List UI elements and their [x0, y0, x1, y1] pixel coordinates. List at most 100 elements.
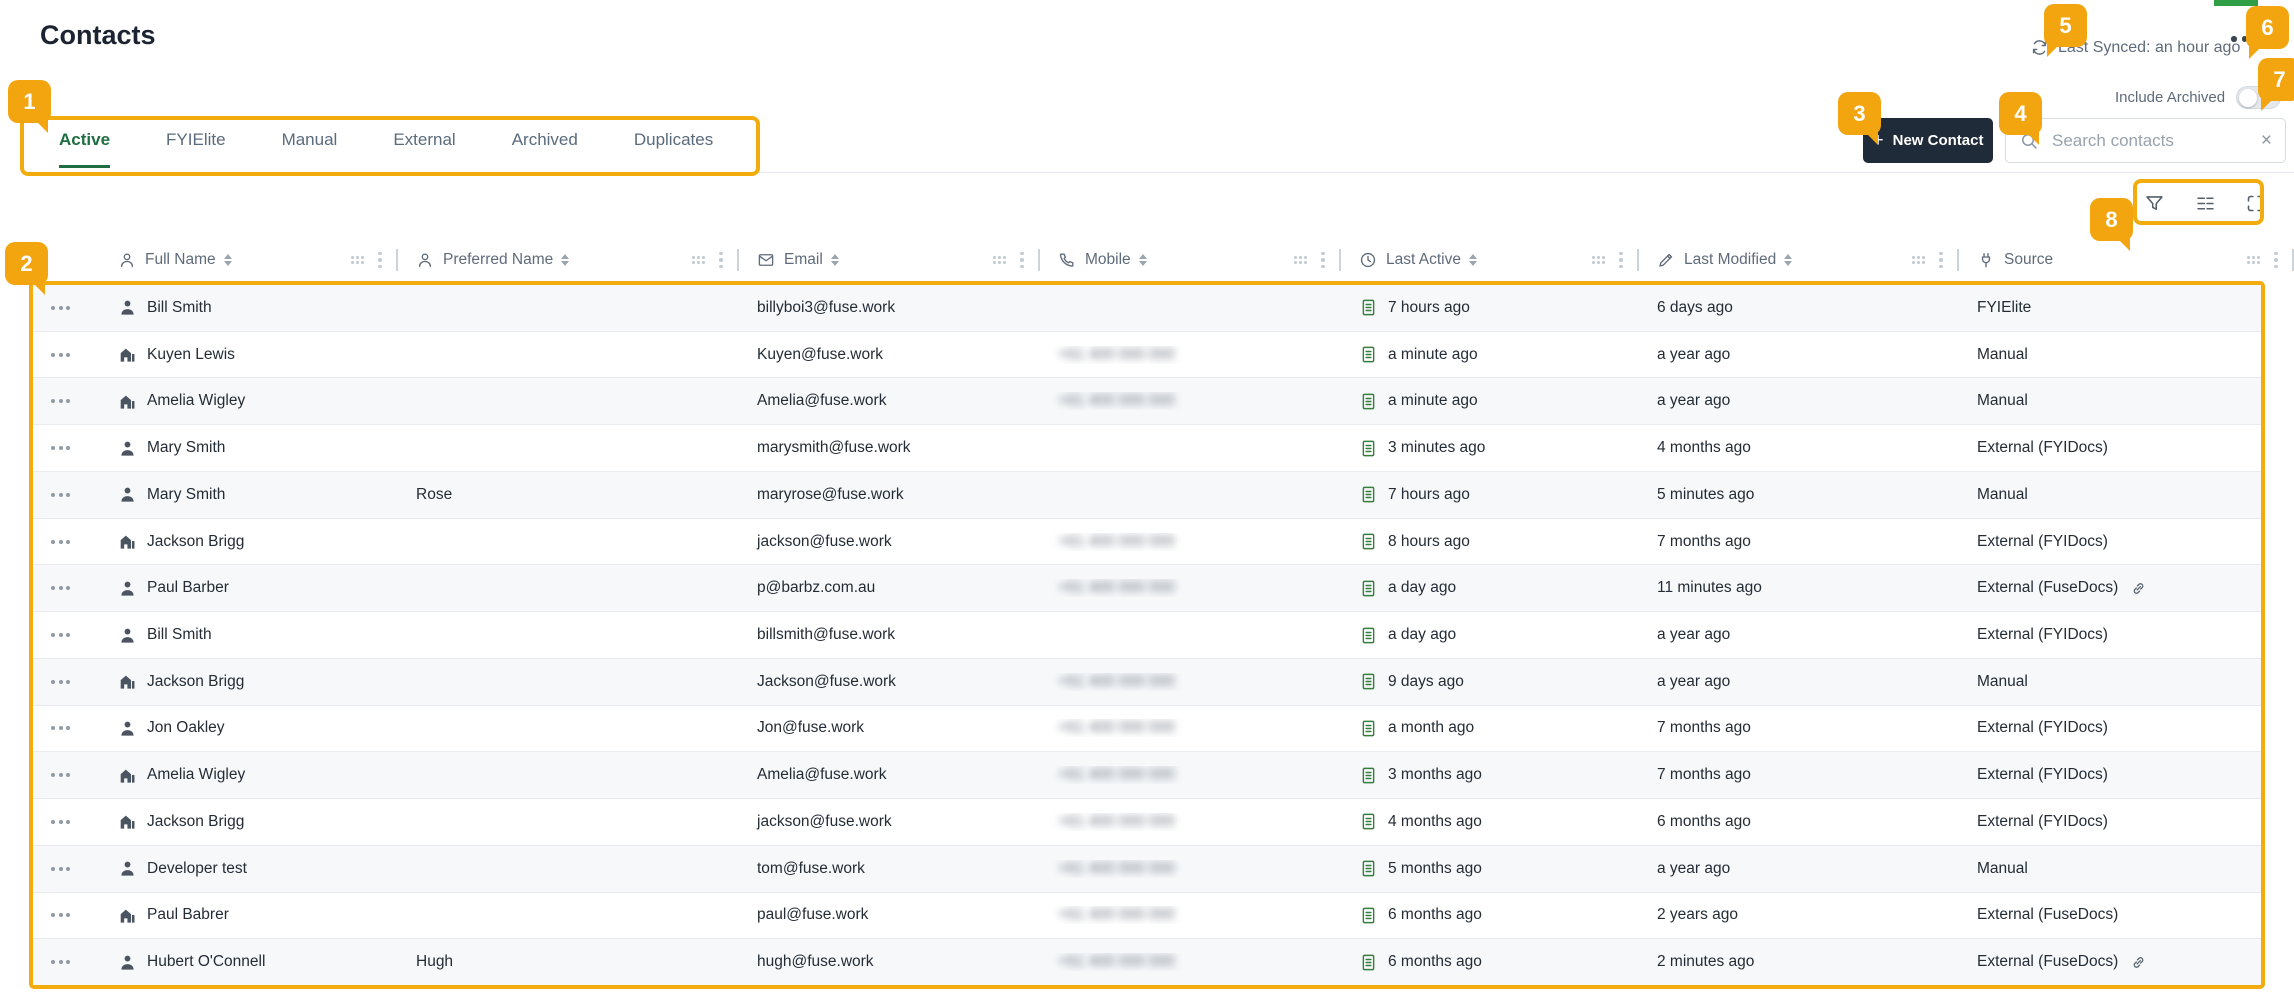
column-menu-icon[interactable] [1020, 252, 1024, 269]
table-row[interactable]: Paul Barberp@barbz.com.au+61 400 000 000… [33, 564, 2261, 611]
full-name-cell: Mary Smith [100, 485, 398, 504]
org-icon [118, 392, 137, 411]
header-cell-email[interactable]: Email [739, 239, 1040, 281]
row-menu-icon[interactable] [47, 814, 74, 830]
column-menu-icon[interactable] [1619, 252, 1623, 269]
new-contact-button[interactable]: + New Contact [1863, 118, 1993, 163]
row-menu-icon[interactable] [47, 347, 74, 363]
column-density-icon[interactable] [2195, 193, 2216, 214]
email-cell: Jon@fuse.work [739, 719, 1040, 737]
sort-arrows-icon[interactable] [1469, 254, 1477, 267]
email-cell: marysmith@fuse.work [739, 439, 1040, 457]
email-text: hugh@fuse.work [757, 953, 874, 971]
fullscreen-icon[interactable] [2245, 193, 2266, 214]
table-row[interactable]: Jackson BriggJackson@fuse.work+61 400 00… [33, 658, 2261, 705]
mobile-redacted-text: +61 400 000 000 [1058, 346, 1175, 364]
tab-fyielite[interactable]: FYIElite [166, 130, 226, 168]
table-row[interactable]: Amelia WigleyAmelia@fuse.work+61 400 000… [33, 377, 2261, 424]
column-drag-handle[interactable] [2246, 255, 2261, 265]
last-modified-text: 7 months ago [1657, 719, 1751, 737]
sort-arrows-icon[interactable] [224, 254, 232, 267]
header-label: Mobile [1085, 251, 1131, 269]
table-row[interactable]: Bill Smithbillsmith@fuse.worka day agoa … [33, 611, 2261, 658]
tab-external[interactable]: External [393, 130, 455, 168]
column-drag-handle[interactable] [691, 255, 706, 265]
search-clear-icon[interactable]: × [2261, 131, 2272, 150]
document-icon [1359, 719, 1378, 738]
row-menu-icon[interactable] [47, 907, 74, 923]
column-drag-handle[interactable] [1911, 255, 1926, 265]
search-input[interactable] [2050, 130, 2250, 152]
row-menu-icon[interactable] [47, 627, 74, 643]
tab-duplicates[interactable]: Duplicates [634, 130, 713, 168]
person-fill-icon [118, 298, 137, 317]
column-menu-icon[interactable] [1939, 252, 1943, 269]
full-name-cell: Amelia Wigley [100, 766, 398, 785]
last-modified-cell: 7 months ago [1639, 766, 1959, 784]
sort-arrows-icon[interactable] [561, 254, 569, 267]
table-row[interactable]: Jon OakleyJon@fuse.work+61 400 000 000a … [33, 705, 2261, 752]
sort-arrows-icon[interactable] [1139, 254, 1147, 267]
row-menu-icon[interactable] [47, 393, 74, 409]
row-menu-icon[interactable] [47, 720, 74, 736]
row-menu-icon[interactable] [47, 300, 74, 316]
column-menu-icon[interactable] [719, 252, 723, 269]
column-menu-icon[interactable] [1321, 252, 1325, 269]
filter-icon[interactable] [2144, 193, 2165, 214]
table-row[interactable]: Paul Babrerpaul@fuse.work+61 400 000 000… [33, 892, 2261, 939]
table-row[interactable]: Jackson Briggjackson@fuse.work+61 400 00… [33, 518, 2261, 565]
last-modified-text: 7 months ago [1657, 533, 1751, 551]
tab-active[interactable]: Active [59, 130, 110, 168]
row-menu-icon[interactable] [47, 534, 74, 550]
tab-manual[interactable]: Manual [282, 130, 338, 168]
table-row[interactable]: Bill Smithbillyboi3@fuse.work7 hours ago… [33, 285, 2261, 331]
sort-arrows-icon[interactable] [831, 254, 839, 267]
table-row[interactable]: Mary Smithmarysmith@fuse.work3 minutes a… [33, 424, 2261, 471]
row-menu-icon[interactable] [47, 861, 74, 877]
document-icon [1359, 579, 1378, 598]
email-text: jackson@fuse.work [757, 533, 892, 551]
row-menu-icon[interactable] [47, 674, 74, 690]
header-cell-name[interactable]: Full Name [100, 239, 398, 281]
last-modified-text: a year ago [1657, 346, 1730, 364]
last-modified-text: a year ago [1657, 626, 1730, 644]
table-row[interactable]: Kuyen LewisKuyen@fuse.work+61 400 000 00… [33, 331, 2261, 378]
header-cell-mod[interactable]: Last Modified [1639, 239, 1959, 281]
header-cell-mobile[interactable]: Mobile [1040, 239, 1341, 281]
document-icon [1359, 345, 1378, 364]
tabs: Active FYIElite Manual External Archived Dupl… [59, 130, 713, 168]
row-menu-icon[interactable] [47, 767, 74, 783]
row-menu-icon[interactable] [47, 580, 74, 596]
column-menu-icon[interactable] [378, 252, 382, 269]
header-cell-pref[interactable]: Preferred Name [398, 239, 739, 281]
row-menu-icon[interactable] [47, 487, 74, 503]
row-menu-icon[interactable] [47, 440, 74, 456]
tab-archived[interactable]: Archived [512, 130, 578, 168]
row-actions-cell [33, 393, 100, 409]
column-drag-handle[interactable] [992, 255, 1007, 265]
column-drag-handle[interactable] [1293, 255, 1308, 265]
last-modified-text: 6 months ago [1657, 813, 1751, 831]
preferred-name-cell: Rose [398, 486, 739, 504]
column-drag-handle[interactable] [1591, 255, 1606, 265]
table-row[interactable]: Developer testtom@fuse.work+61 400 000 0… [33, 845, 2261, 892]
row-menu-icon[interactable] [47, 954, 74, 970]
last-active-cell: 3 minutes ago [1341, 439, 1639, 458]
full-name-text: Jackson Brigg [147, 673, 244, 691]
source-text: FYIElite [1977, 299, 2031, 317]
last-active-cell: 5 months ago [1341, 859, 1639, 878]
table-row[interactable]: Jackson Briggjackson@fuse.work+61 400 00… [33, 798, 2261, 845]
last-modified-cell: 2 years ago [1639, 906, 1959, 924]
sort-arrows-icon[interactable] [1784, 254, 1792, 267]
column-drag-handle[interactable] [350, 255, 365, 265]
document-icon [1359, 859, 1378, 878]
table-row[interactable]: Mary SmithRosemaryrose@fuse.work7 hours … [33, 471, 2261, 518]
last-modified-cell: 11 minutes ago [1639, 579, 1959, 597]
header-cell-active[interactable]: Last Active [1341, 239, 1639, 281]
row-actions-cell [33, 814, 100, 830]
table-row[interactable]: Amelia WigleyAmelia@fuse.work+61 400 000… [33, 751, 2261, 798]
source-cell: External (FYIDocs) [1959, 626, 2261, 644]
email-text: Jon@fuse.work [757, 719, 864, 737]
column-menu-icon[interactable] [2274, 252, 2278, 269]
table-row[interactable]: Hubert O'ConnellHughhugh@fuse.work+61 40… [33, 938, 2261, 985]
